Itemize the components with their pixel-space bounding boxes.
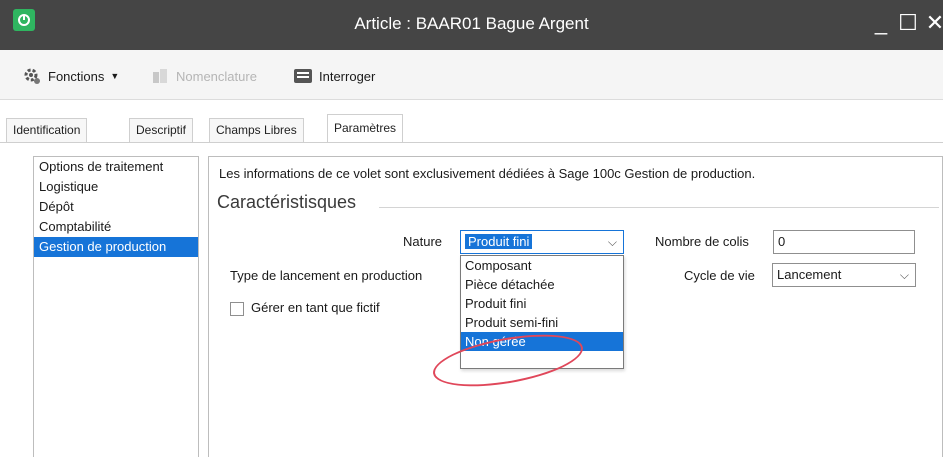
nature-value: Produit fini <box>465 234 533 249</box>
dropdown-option-composant[interactable]: Composant <box>461 256 623 275</box>
building-icon <box>150 66 170 86</box>
nav-item-depot[interactable]: Dépôt <box>34 197 198 217</box>
section-divider <box>379 207 939 208</box>
cycle-vie-value: Lancement <box>777 267 842 282</box>
nature-label: Nature <box>403 234 443 249</box>
nombre-colis-input[interactable]: 0 <box>773 230 915 254</box>
report-icon <box>293 66 313 86</box>
caret-down-icon: ▼ <box>110 71 120 81</box>
nav-item-options-traitement[interactable]: Options de traitement <box>34 157 198 177</box>
nav-item-gestion-production[interactable]: Gestion de production <box>34 237 198 257</box>
cycle-vie-label: Cycle de vie <box>684 268 755 283</box>
nomenclature-button[interactable]: Nomenclature <box>150 65 257 87</box>
chevron-down-icon: ⌵ <box>607 235 617 249</box>
chevron-down-icon: ⌵ <box>899 268 909 282</box>
info-text: Les informations de ce volet sont exclus… <box>219 166 756 181</box>
window-title: Article : BAAR01 Bague Argent <box>354 14 589 33</box>
settings-nav: Options de traitement Logistique Dépôt C… <box>33 156 199 457</box>
tab-bar: Identification Descriptif Champs Libres … <box>0 100 943 143</box>
interroger-button[interactable]: Interroger <box>293 65 375 87</box>
gerer-fictif-label: Gérer en tant que fictif <box>251 300 380 315</box>
section-title: Caractéristisques <box>217 192 357 212</box>
cycle-vie-select[interactable]: Lancement ⌵ <box>772 263 916 287</box>
nav-item-comptabilite[interactable]: Comptabilité <box>34 217 198 237</box>
interroger-label: Interroger <box>319 68 376 84</box>
nombre-colis-label: Nombre de colis <box>655 234 749 249</box>
close-button[interactable]: ✕ <box>920 8 943 38</box>
dropdown-option-piece-detachee[interactable]: Pièce détachée <box>461 275 623 294</box>
nature-select[interactable]: Produit fini ⌵ <box>460 230 624 254</box>
tab-champs-libres[interactable]: Champs Libres <box>209 118 304 142</box>
toolbar: Fonctions ▼ Nomenclature Interroger <box>0 50 943 100</box>
nav-item-logistique[interactable]: Logistique <box>34 177 198 197</box>
dropdown-option-produit-fini[interactable]: Produit fini <box>461 294 623 313</box>
minimize-button[interactable]: _ <box>866 8 896 38</box>
nomenclature-label: Nomenclature <box>176 68 257 84</box>
fonctions-label: Fonctions <box>48 68 105 84</box>
tab-identification[interactable]: Identification <box>6 118 88 142</box>
gerer-fictif-checkbox[interactable] <box>230 302 244 316</box>
tab-parametres[interactable]: Paramètres <box>327 114 404 143</box>
dropdown-option-produit-semi-fini[interactable]: Produit semi-fini <box>461 313 623 332</box>
tab-descriptif[interactable]: Descriptif <box>129 118 194 142</box>
gear-icon <box>22 66 42 86</box>
title-bar: Article : BAAR01 Bague Argent _ ☐ ✕ <box>0 0 943 50</box>
type-lancement-label: Type de lancement en production <box>230 268 423 283</box>
maximize-button[interactable]: ☐ <box>893 8 923 38</box>
fonctions-menu-button[interactable]: Fonctions ▼ <box>22 65 119 87</box>
